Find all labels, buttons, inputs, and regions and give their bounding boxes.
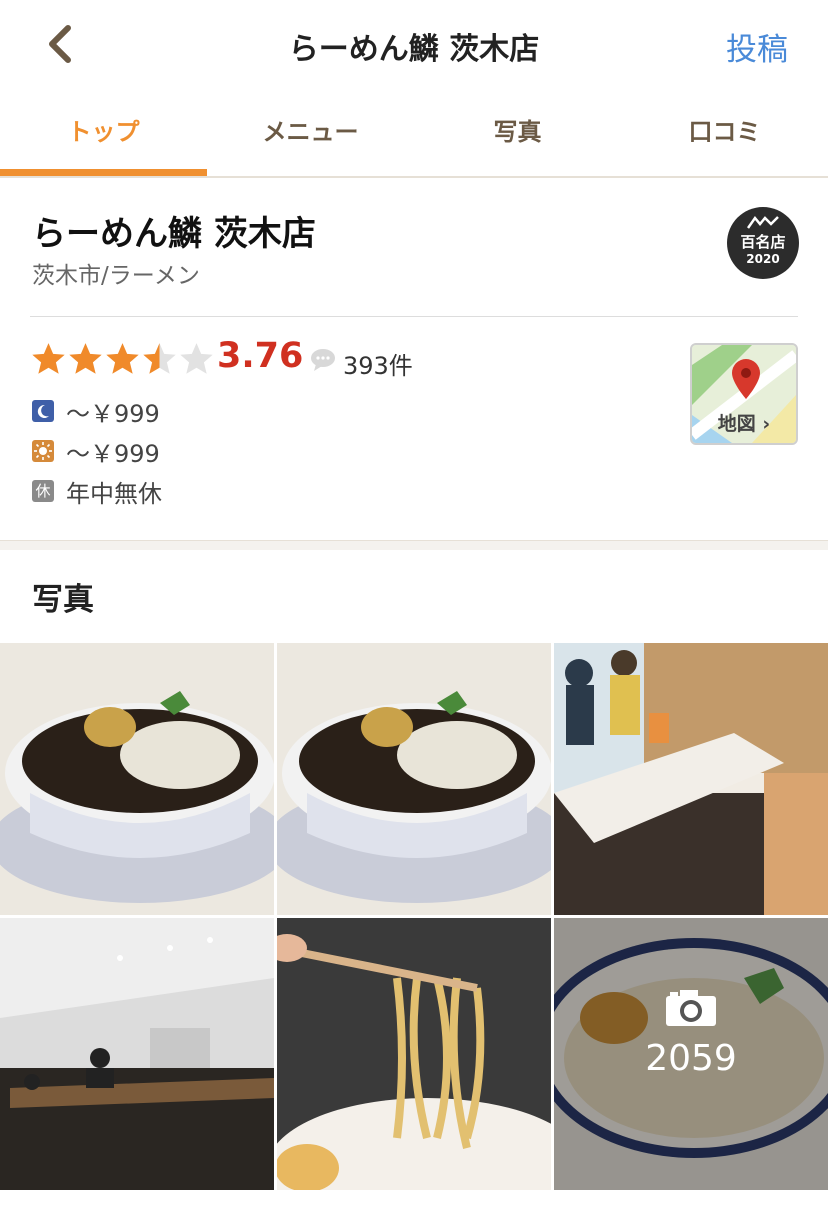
rating-value: 3.76 xyxy=(217,336,304,376)
post-button[interactable]: 投稿 xyxy=(726,24,788,69)
star-empty-icon xyxy=(180,343,213,374)
lunch-price: ～￥999 xyxy=(66,439,160,468)
photo-counter[interactable] xyxy=(0,918,274,1190)
photo-more-tile[interactable]: 2059 xyxy=(554,918,828,1190)
moon-icon xyxy=(32,400,54,422)
page-title: らーめん鱗 茨木店 xyxy=(288,32,540,67)
dinner-price: ～￥999 xyxy=(66,399,160,428)
photos-heading: 写真 xyxy=(32,582,94,618)
photo-thumbnail xyxy=(554,643,828,915)
app-header: らーめん鱗 茨木店 投稿 xyxy=(0,0,828,88)
review-count[interactable]: 393件 xyxy=(343,346,413,381)
dinner-price-row: ～￥999 xyxy=(32,396,160,428)
star-half-icon xyxy=(143,343,176,374)
sun-icon xyxy=(32,440,54,462)
photo-interior-table[interactable] xyxy=(554,643,828,915)
section-separator xyxy=(0,540,828,550)
shop-info: らーめん鱗 茨木店 茨木市/ラーメン 百名店 2020 3.76 393件 ～￥… xyxy=(0,180,828,540)
holiday-text: 年中無休 xyxy=(66,479,162,508)
lunch-price-row: ～￥999 xyxy=(32,436,160,468)
tab-photos[interactable]: 写真 xyxy=(414,88,621,176)
photo-total-count: 2059 xyxy=(645,1038,737,1079)
holiday-icon: 休 xyxy=(32,480,54,502)
speech-bubble-icon xyxy=(311,349,335,371)
tab-bar: トップ メニュー 写真 口コミ xyxy=(0,88,828,178)
photo-thumbnail xyxy=(277,643,551,915)
holiday-row: 休 年中無休 xyxy=(32,476,162,508)
badge-label: 百名店 xyxy=(740,233,786,251)
map-label: 地図 › xyxy=(717,413,771,435)
star-full-icon xyxy=(69,343,102,374)
shop-name: らーめん鱗 茨木店 xyxy=(32,214,316,254)
tab-menu[interactable]: メニュー xyxy=(207,88,414,176)
star-full-icon xyxy=(32,343,65,374)
hyakumeiten-badge: 百名店 2020 xyxy=(727,207,799,279)
photo-ramen-bowl[interactable] xyxy=(277,643,551,915)
photo-thumbnail xyxy=(0,918,274,1190)
photo-thumbnail xyxy=(277,918,551,1190)
star-full-icon xyxy=(106,343,139,374)
photo-ramen-bowl[interactable] xyxy=(0,643,274,915)
shop-area-genre: 茨木市/ラーメン xyxy=(32,263,200,289)
photo-noodles-lift[interactable] xyxy=(277,918,551,1190)
tab-reviews[interactable]: 口コミ xyxy=(621,88,828,176)
mountain-icon xyxy=(747,215,779,229)
photo-thumbnail xyxy=(0,643,274,915)
tab-top[interactable]: トップ xyxy=(0,88,207,176)
map-button[interactable]: 地図 › xyxy=(690,343,798,445)
rating-stars xyxy=(30,340,215,380)
divider xyxy=(30,316,798,317)
badge-year: 2020 xyxy=(746,252,780,266)
camera-icon xyxy=(666,990,716,1026)
